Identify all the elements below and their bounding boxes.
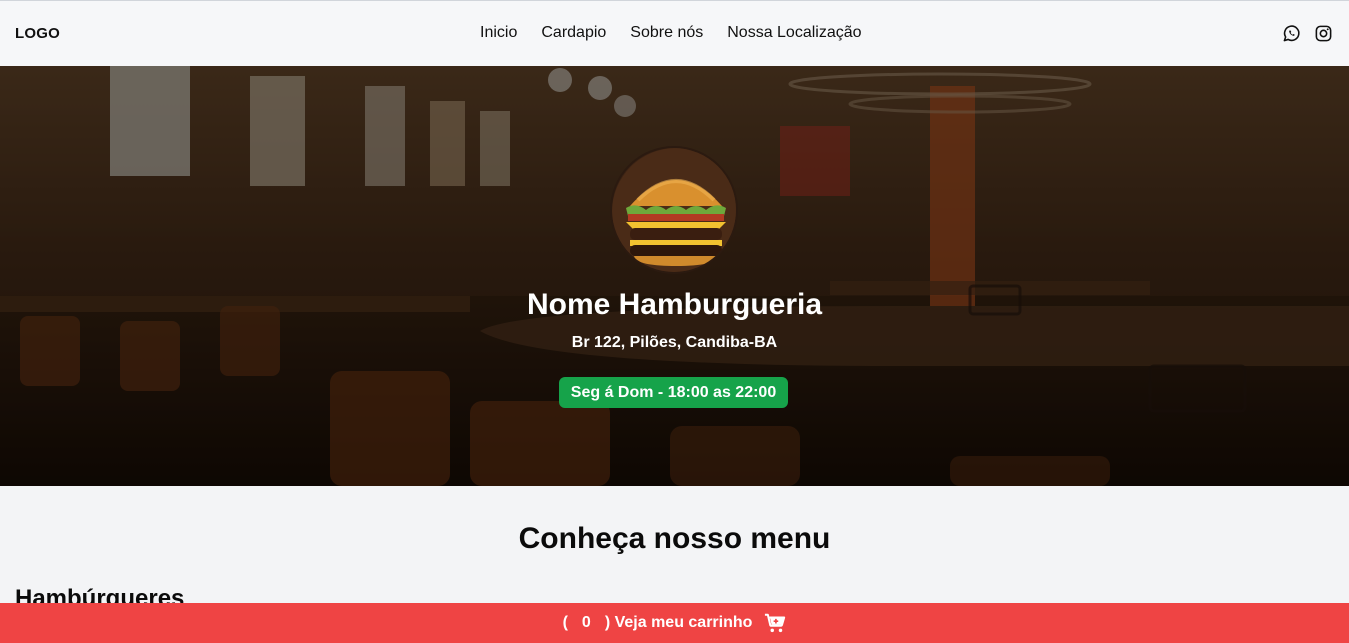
opening-hours-badge: Seg á Dom - 18:00 as 22:00 (559, 377, 788, 408)
hero-banner: Nome Hamburgueria Br 122, Pilões, Candib… (0, 66, 1349, 486)
hero-overlay (0, 66, 1349, 486)
restaurant-name: Nome Hamburgueria (526, 288, 823, 321)
top-navbar: LOGO Inicio Cardapio Sobre nós Nossa Loc… (0, 0, 1349, 66)
nav-link-cardapio[interactable]: Cardapio (541, 24, 606, 42)
view-cart-button[interactable]: ( 0 ) Veja meu carrinho (0, 603, 1349, 643)
nav-link-localizacao[interactable]: Nossa Localização (727, 24, 861, 42)
restaurant-address: Br 122, Pilões, Candiba-BA (571, 334, 778, 351)
cart-count: 0 (581, 614, 591, 631)
logo[interactable]: LOGO (15, 25, 60, 42)
instagram-icon[interactable] (1314, 24, 1333, 43)
nav-link-inicio[interactable]: Inicio (480, 24, 517, 42)
nav-link-sobre-nos[interactable]: Sobre nós (630, 24, 703, 42)
main-nav: Inicio Cardapio Sobre nós Nossa Localiza… (480, 24, 862, 42)
social-links (1282, 24, 1333, 43)
shopping-cart-icon (764, 612, 786, 634)
hamburger-logo-image (610, 146, 738, 274)
whatsapp-icon[interactable] (1282, 24, 1301, 43)
cart-label: ) Veja meu carrinho (604, 614, 753, 631)
menu-section-title: Conheça nosso menu (518, 522, 831, 555)
cart-open-paren: ( (562, 614, 568, 631)
